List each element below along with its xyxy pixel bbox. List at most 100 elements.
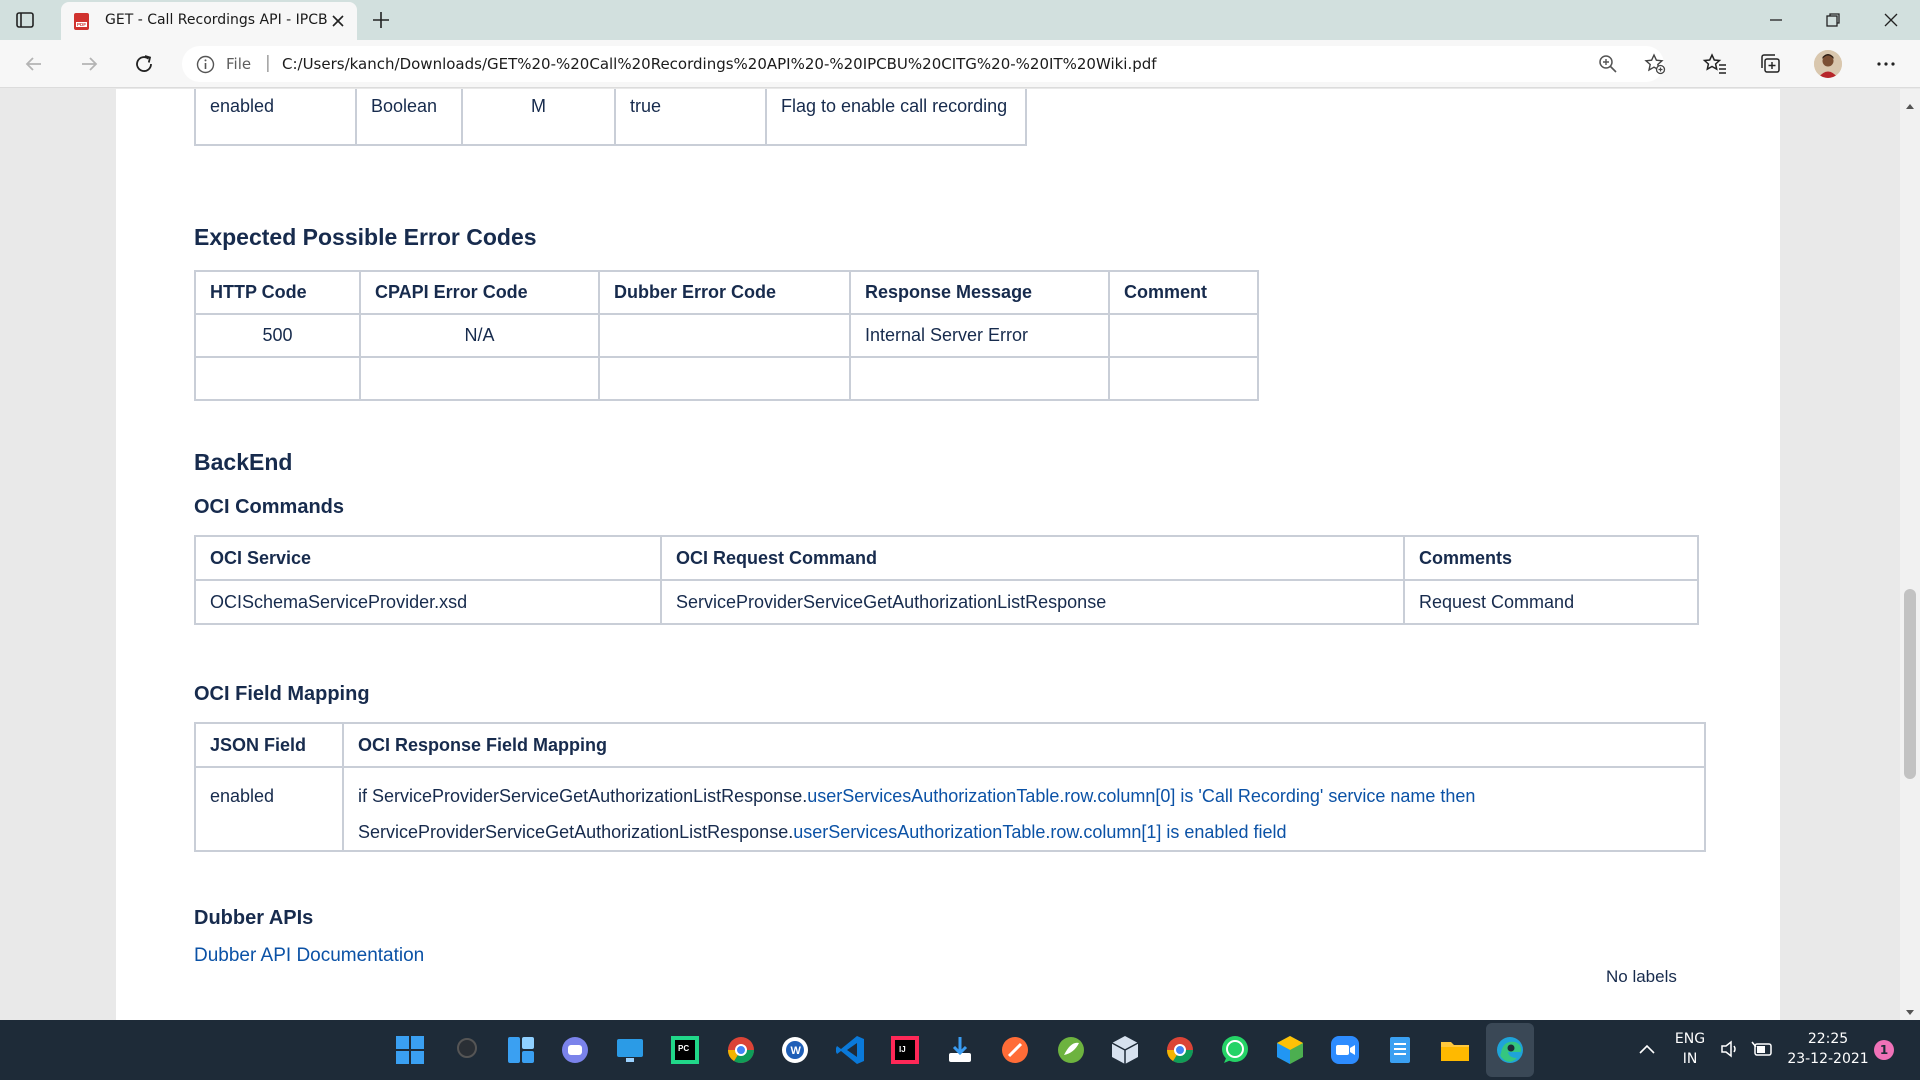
spring-tool-icon[interactable]: [1054, 1033, 1088, 1067]
mapping-text: ServiceProviderServiceGetAuthorizationLi…: [358, 822, 794, 842]
mapping-line: ServiceProviderServiceGetAuthorizationLi…: [358, 814, 1690, 850]
region-label[interactable]: IN: [1668, 1051, 1712, 1067]
package-icon[interactable]: [1273, 1033, 1307, 1067]
file-explorer-icon[interactable]: [1438, 1033, 1472, 1067]
favorites-icon[interactable]: [1702, 51, 1728, 77]
url-text[interactable]: C:/Users/kanch/Downloads/GET%20-%20Call%…: [282, 55, 1157, 73]
zoom-icon[interactable]: [1598, 54, 1618, 74]
refresh-icon[interactable]: [131, 51, 157, 77]
mapping-link[interactable]: userServicesAuthorizationTable.row.colum…: [807, 786, 1475, 806]
add-favorite-icon[interactable]: [1644, 53, 1666, 75]
language-label[interactable]: ENG: [1668, 1031, 1712, 1047]
tab-title: GET - Call Recordings API - IPCBU: [105, 12, 327, 28]
table-cell: [849, 356, 1110, 401]
table-cell: Internal Server Error: [849, 313, 1110, 358]
table-cell: true: [614, 89, 767, 146]
svg-text:PC: PC: [678, 1044, 689, 1053]
widgets-icon[interactable]: [504, 1033, 538, 1067]
scroll-down-arrow-icon[interactable]: [1905, 1004, 1915, 1015]
section-heading-error-codes: Expected Possible Error Codes: [194, 224, 537, 250]
vscode-icon[interactable]: [833, 1033, 867, 1067]
column-header: Dubber Error Code: [598, 270, 851, 315]
section-heading-field-mapping: OCI Field Mapping: [194, 683, 370, 705]
battery-icon[interactable]: [1750, 1038, 1774, 1060]
notepad-icon[interactable]: [1383, 1033, 1417, 1067]
profile-avatar[interactable]: [1814, 50, 1842, 78]
search-icon[interactable]: [450, 1033, 484, 1067]
table-cell: N/A: [359, 313, 600, 358]
forward-arrow-icon[interactable]: [76, 51, 102, 77]
whatsapp-icon[interactable]: [1218, 1033, 1252, 1067]
browser-toolbar: File | C:/Users/kanch/Downloads/GET%20-%…: [0, 40, 1920, 88]
remote-desktop-icon[interactable]: [613, 1033, 647, 1067]
table-row: 500 N/A Internal Server Error: [194, 313, 1259, 358]
site-info-icon[interactable]: [196, 55, 215, 74]
oci-commands-table: OCI Service OCI Request Command Comments…: [194, 535, 1699, 625]
virtualbox-icon[interactable]: [1108, 1033, 1142, 1067]
more-menu-icon[interactable]: [1873, 51, 1899, 77]
clock-date[interactable]: 23-12-2021: [1786, 1051, 1870, 1067]
table-cell: [1108, 356, 1259, 401]
chevron-up-icon[interactable]: [1635, 1038, 1659, 1062]
postman-icon[interactable]: [998, 1033, 1032, 1067]
back-arrow-icon[interactable]: [21, 51, 47, 77]
column-header: Comment: [1108, 270, 1259, 315]
mapping-link[interactable]: userServicesAuthorizationTable.row.colum…: [793, 822, 1286, 842]
windows-taskbar: PC W IJ ENG IN 22:25 23-12-2021 1: [0, 1020, 1920, 1080]
table-cell: 500: [194, 313, 361, 358]
table-cell: [598, 313, 851, 358]
clock-time[interactable]: 22:25: [1786, 1031, 1870, 1047]
column-header: Response Message: [849, 270, 1110, 315]
svg-text:W: W: [791, 1045, 802, 1057]
chrome-icon[interactable]: [1163, 1033, 1197, 1067]
new-tab-button[interactable]: [370, 9, 392, 31]
mapping-line: if ServiceProviderServiceGetAuthorizatio…: [358, 778, 1690, 814]
table-cell: OCISchemaServiceProvider.xsd: [194, 579, 662, 625]
table-cell: [1108, 313, 1259, 358]
restore-icon[interactable]: [1821, 8, 1845, 32]
column-header: HTTP Code: [194, 270, 361, 315]
dubber-api-documentation-link[interactable]: Dubber API Documentation: [194, 945, 424, 967]
close-tab-icon[interactable]: [331, 14, 345, 28]
table-cell: [359, 356, 600, 401]
tab-actions-icon[interactable]: [14, 9, 36, 31]
table-row: enabled Boolean M true Flag to enable ca…: [194, 89, 1027, 146]
table-cell-mapping: if ServiceProviderServiceGetAuthorizatio…: [342, 766, 1706, 852]
table-cell: M: [461, 89, 616, 146]
mapping-text: if ServiceProviderServiceGetAuthorizatio…: [358, 786, 808, 806]
labels-note: No labels: [1606, 967, 1677, 986]
table-cell: ServiceProviderServiceGetAuthorizationLi…: [660, 579, 1405, 625]
pdf-page: enabled Boolean M true Flag to enable ca…: [116, 89, 1780, 1020]
column-header: OCI Service: [194, 535, 662, 581]
windows-start-icon[interactable]: [393, 1033, 427, 1067]
edge-icon[interactable]: [1493, 1033, 1527, 1067]
intellij-icon[interactable]: IJ: [888, 1033, 922, 1067]
table-row: enabled if ServiceProviderServiceGetAuth…: [194, 766, 1706, 852]
scrollbar-thumb[interactable]: [1904, 589, 1916, 779]
notification-badge[interactable]: 1: [1874, 1040, 1894, 1060]
address-bar[interactable]: File | C:/Users/kanch/Downloads/GET%20-%…: [182, 46, 1666, 82]
word-app-icon[interactable]: W: [778, 1033, 812, 1067]
field-mapping-table: JSON Field OCI Response Field Mapping en…: [194, 722, 1706, 852]
zoom-meetings-icon[interactable]: [1328, 1033, 1362, 1067]
table-row: [194, 356, 1259, 401]
browser-tab-active[interactable]: PDF GET - Call Recordings API - IPCBU: [61, 2, 357, 40]
table-cell: enabled: [194, 766, 344, 852]
pdf-viewport[interactable]: enabled Boolean M true Flag to enable ca…: [0, 89, 1920, 1020]
vertical-scrollbar[interactable]: [1900, 89, 1920, 1020]
scroll-up-arrow-icon[interactable]: [1905, 97, 1915, 109]
teams-chat-icon[interactable]: [558, 1033, 592, 1067]
column-header: Comments: [1403, 535, 1699, 581]
volume-icon[interactable]: [1719, 1038, 1741, 1060]
section-heading-dubber-apis: Dubber APIs: [194, 907, 314, 929]
chrome-multi-icon[interactable]: [724, 1033, 758, 1067]
column-header: OCI Request Command: [660, 535, 1405, 581]
close-window-icon[interactable]: [1879, 8, 1903, 32]
collections-icon[interactable]: [1757, 51, 1783, 77]
column-header: CPAPI Error Code: [359, 270, 600, 315]
pdf-file-icon: PDF: [73, 13, 90, 30]
pycharm-icon[interactable]: PC: [668, 1033, 702, 1067]
svg-text:IJ: IJ: [899, 1045, 906, 1054]
minimize-icon[interactable]: [1764, 8, 1788, 32]
sourcetree-icon[interactable]: [943, 1033, 977, 1067]
